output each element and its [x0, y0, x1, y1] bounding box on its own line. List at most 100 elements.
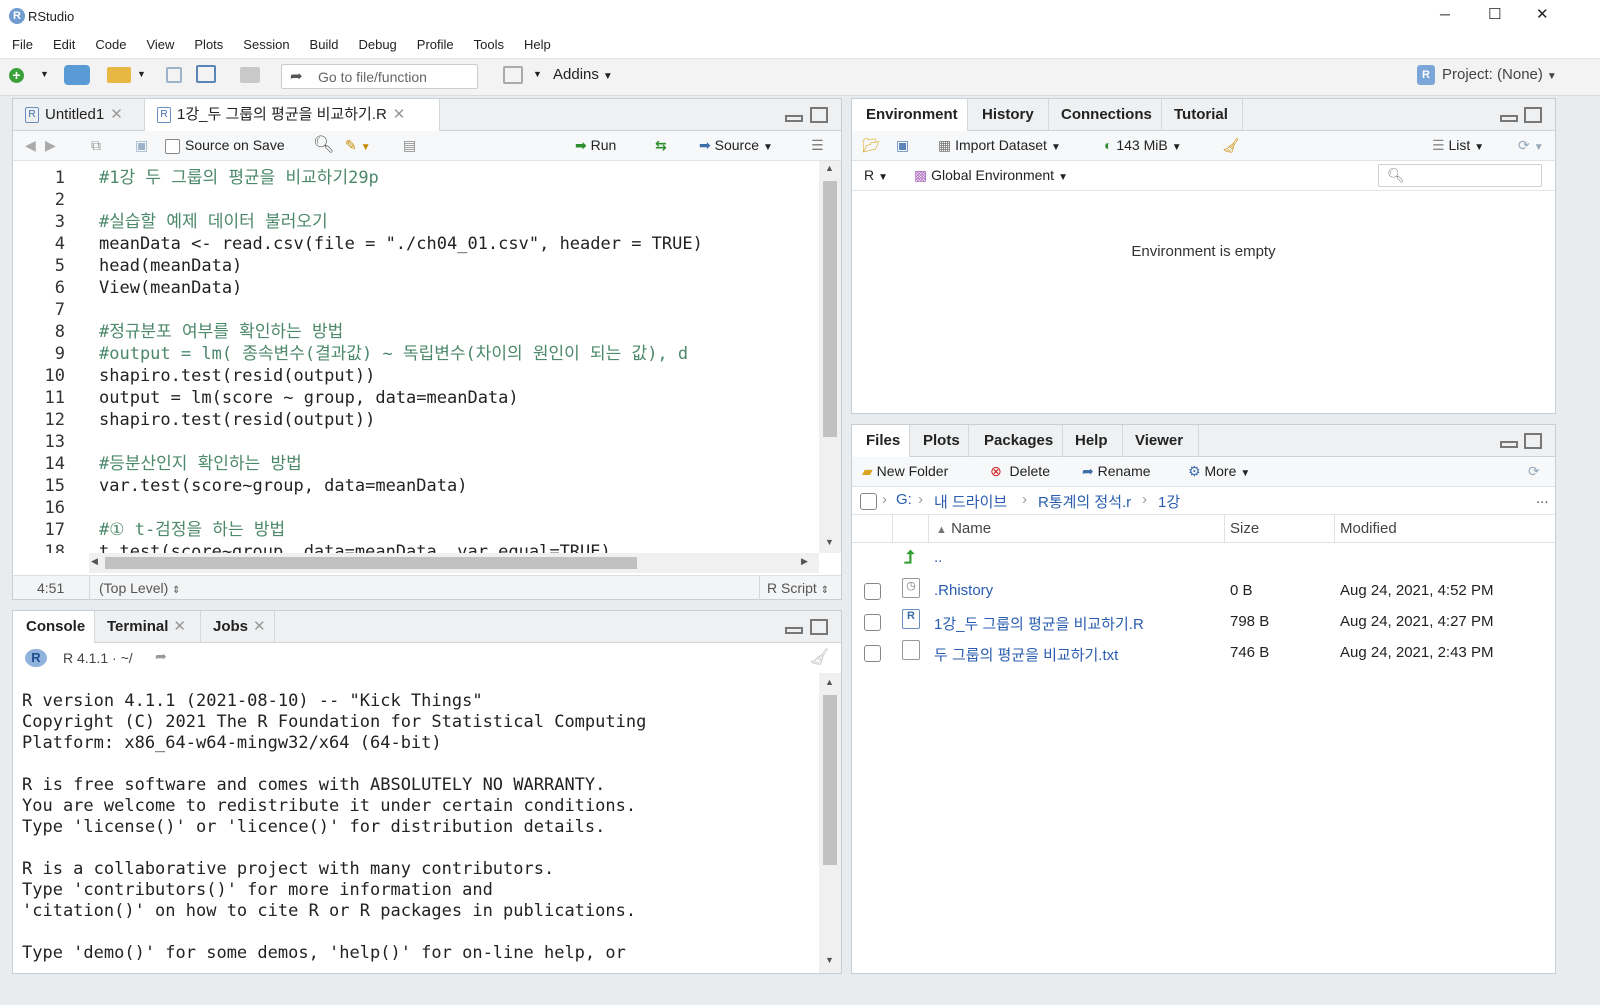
file-name-link[interactable]: 1강_두 그룹의 평균을 비교하기.R: [934, 613, 1144, 634]
outline-icon[interactable]: ☰: [811, 131, 824, 159]
find-icon[interactable]: 🔍︎: [313, 131, 335, 159]
filetype-menu[interactable]: R Script ⇕: [767, 580, 829, 596]
tab-history[interactable]: History: [968, 99, 1049, 131]
modified-column-header[interactable]: Modified: [1340, 520, 1397, 537]
menu-profile[interactable]: Profile: [407, 34, 464, 56]
project-menu[interactable]: Project: (None) ▼: [1442, 66, 1557, 83]
menu-debug[interactable]: Debug: [348, 34, 406, 56]
breadcrumb-drive[interactable]: G:: [896, 491, 912, 508]
refresh-icon[interactable]: ⟳ ▼: [1518, 131, 1544, 162]
clear-console-icon[interactable]: 🧹︎: [809, 647, 829, 667]
forward-icon[interactable]: ▶: [45, 131, 56, 159]
menu-tools[interactable]: Tools: [464, 34, 514, 56]
scroll-up-icon[interactable]: ▲: [825, 163, 834, 173]
scroll-thumb[interactable]: [823, 695, 837, 865]
tab-console[interactable]: Console: [13, 611, 95, 643]
environment-search-input[interactable]: 🔍︎: [1378, 164, 1542, 187]
compile-report-icon[interactable]: ▤: [403, 131, 416, 159]
hscroll-thumb[interactable]: [105, 557, 637, 569]
file-name-link[interactable]: 두 그룹의 평균을 비교하기.txt: [934, 644, 1118, 665]
scroll-up-icon[interactable]: ▲: [825, 677, 834, 687]
console-output[interactable]: R version 4.1.1 (2021-08-10) -- "Kick Th…: [13, 673, 819, 973]
tab-close-icon[interactable]: ✕: [173, 618, 186, 635]
breadcrumb-my-drive[interactable]: 내 드라이브: [934, 491, 1007, 512]
scroll-right-icon[interactable]: ▶: [801, 556, 808, 567]
parent-directory-link[interactable]: ..: [934, 549, 942, 566]
file-name-link[interactable]: .Rhistory: [934, 582, 993, 599]
tab-script-r[interactable]: R 1강_두 그룹의 평균을 비교하기.R ✕: [145, 99, 440, 131]
back-icon[interactable]: ◀: [25, 131, 36, 159]
parent-directory-row[interactable]: ⮥ ..: [852, 545, 1555, 576]
source-button[interactable]: ➡ Source ▼: [699, 131, 773, 162]
pane-maximize-icon[interactable]: [1524, 433, 1542, 449]
editor-vscroll[interactable]: ▲ ▼: [819, 161, 841, 553]
list-view-button[interactable]: ☰ List ▼: [1432, 131, 1484, 162]
save-icon[interactable]: [166, 67, 182, 83]
breadcrumb-current[interactable]: 1강: [1158, 491, 1180, 512]
layout-grid-icon[interactable]: [503, 66, 523, 84]
memory-usage-button[interactable]: ◐ 143 MiB ▼: [1104, 131, 1182, 162]
tab-tutorial[interactable]: Tutorial: [1162, 99, 1243, 131]
name-column-header[interactable]: ▲ Name: [936, 520, 991, 537]
tab-connections[interactable]: Connections: [1049, 99, 1162, 131]
close-button[interactable]: ✕: [1536, 5, 1549, 23]
menu-build[interactable]: Build: [300, 34, 349, 56]
file-checkbox[interactable]: [864, 614, 881, 631]
pane-maximize-icon[interactable]: [810, 619, 828, 635]
save-icon[interactable]: ▣: [135, 131, 148, 159]
tab-terminal[interactable]: Terminal ✕: [95, 611, 201, 643]
menu-edit[interactable]: Edit: [43, 34, 85, 56]
open-file-dropdown-icon[interactable]: ▼: [137, 69, 146, 79]
layout-dropdown-icon[interactable]: ▼: [533, 69, 542, 79]
save-workspace-icon[interactable]: ▣: [896, 131, 909, 159]
scroll-thumb[interactable]: [823, 181, 837, 437]
pane-minimize-icon[interactable]: [785, 115, 803, 122]
file-row[interactable]: R 1강_두 그룹의 평균을 비교하기.R 798 B Aug 24, 2021…: [852, 607, 1555, 638]
pane-minimize-icon[interactable]: [785, 627, 803, 634]
scroll-down-icon[interactable]: ▼: [825, 955, 834, 965]
delete-button[interactable]: ⊗ Delete: [990, 457, 1050, 485]
language-menu[interactable]: R ▼: [864, 161, 888, 192]
print-icon[interactable]: [240, 67, 260, 83]
pane-minimize-icon[interactable]: [1500, 115, 1518, 122]
console-vscroll[interactable]: ▲ ▼: [819, 673, 841, 973]
source-on-save-checkbox[interactable]: Source on Save: [165, 131, 285, 159]
addins-menu[interactable]: Addins ▼: [553, 66, 613, 83]
rerun-icon[interactable]: ⇆: [655, 131, 667, 159]
menu-file[interactable]: File: [2, 34, 43, 56]
goto-file-input[interactable]: ➦ Go to file/function: [281, 64, 478, 89]
import-dataset-button[interactable]: ▦ Import Dataset ▼: [938, 131, 1061, 162]
file-row[interactable]: ◷ .Rhistory 0 B Aug 24, 2021, 4:52 PM: [852, 576, 1555, 607]
new-file-dropdown-icon[interactable]: ▼: [40, 69, 49, 79]
run-button[interactable]: ➡ Run: [575, 131, 616, 159]
breadcrumb-more-button[interactable]: ...: [1536, 490, 1549, 507]
tab-plots[interactable]: Plots: [910, 425, 969, 457]
scope-menu[interactable]: ▩ Global Environment ▼: [914, 161, 1068, 192]
clear-objects-icon[interactable]: 🧹︎: [1222, 131, 1240, 159]
editor-hscroll[interactable]: ◀ ▶: [89, 553, 819, 573]
pane-minimize-icon[interactable]: [1500, 441, 1518, 448]
tab-files[interactable]: Files: [852, 425, 910, 457]
menu-view[interactable]: View: [136, 34, 184, 56]
tab-help[interactable]: Help: [1063, 425, 1123, 457]
save-all-icon[interactable]: [196, 65, 216, 83]
new-project-icon[interactable]: [64, 65, 90, 85]
menu-help[interactable]: Help: [514, 34, 561, 56]
new-file-icon[interactable]: +: [9, 68, 24, 83]
tab-untitled1[interactable]: R Untitled1 ✕: [13, 99, 145, 131]
new-folder-button[interactable]: ▰ New Folder: [862, 457, 948, 485]
code-editor[interactable]: 1 #1강 두 그룹의 평균을 비교하기29p 2 3 #실습할 예제 데이터 불러오기…: [13, 161, 819, 553]
menu-plots[interactable]: Plots: [184, 34, 233, 56]
goto-dir-icon[interactable]: ➦: [155, 648, 167, 665]
file-checkbox[interactable]: [864, 583, 881, 600]
scroll-left-icon[interactable]: ◀: [91, 556, 98, 567]
refresh-icon[interactable]: ⟳: [1528, 457, 1540, 485]
more-button[interactable]: ⚙ More ▼: [1188, 457, 1250, 488]
pane-maximize-icon[interactable]: [1524, 107, 1542, 123]
file-row[interactable]: 두 그룹의 평균을 비교하기.txt 746 B Aug 24, 2021, 2…: [852, 638, 1555, 669]
breadcrumb-folder[interactable]: R통계의 정석.r: [1038, 491, 1131, 512]
select-all-checkbox[interactable]: [860, 493, 877, 510]
tab-viewer[interactable]: Viewer: [1123, 425, 1199, 457]
size-column-header[interactable]: Size: [1230, 520, 1259, 537]
file-checkbox[interactable]: [864, 645, 881, 662]
